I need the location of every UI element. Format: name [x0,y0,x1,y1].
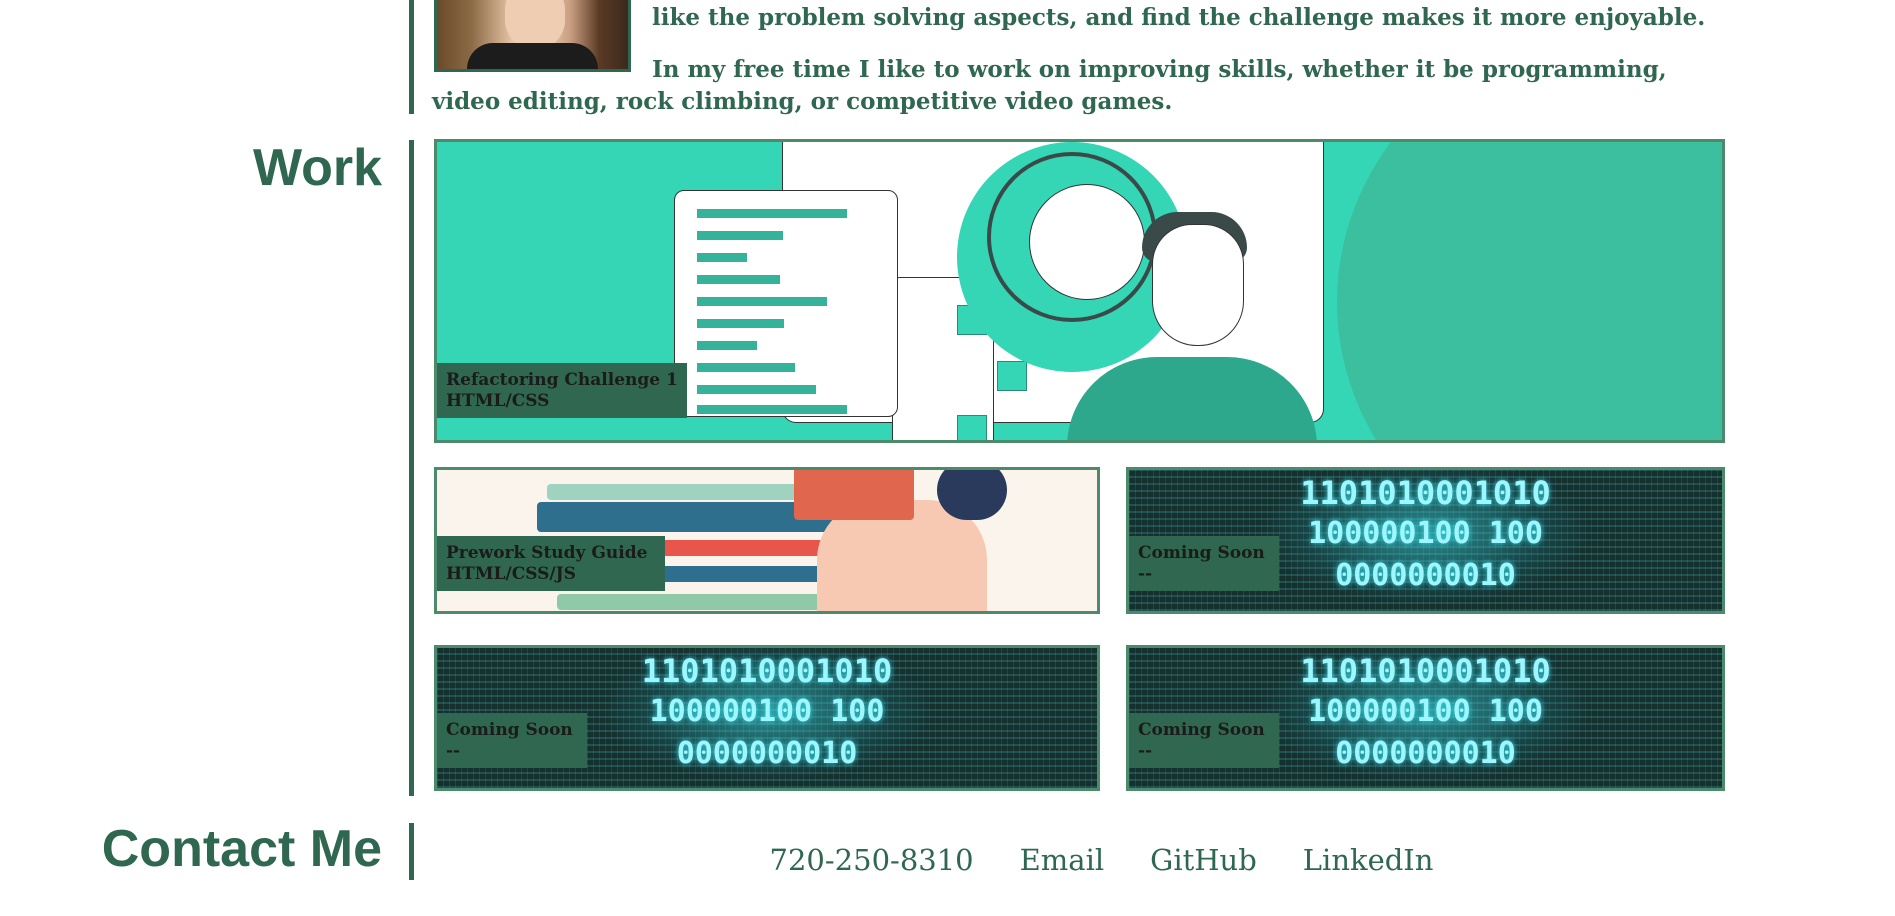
illustration-curve [1337,142,1722,440]
about-section-border [409,0,414,114]
contact-email-link[interactable]: Email [1020,843,1105,877]
project-title: Coming Soon [1138,720,1265,740]
project-label: Coming Soon -- [437,713,587,768]
project-tech: -- [446,741,461,761]
binary-graphic-row: 1101010001010 [1300,652,1551,690]
project-tech: -- [1138,741,1153,761]
portfolio-page: like the problem solving aspects, and fi… [0,0,1895,916]
illustration-node [997,361,1027,391]
project-label: Coming Soon -- [1129,713,1279,768]
project-tech: HTML/CSS/JS [446,564,576,584]
about-text-paragraph: In my free time I like to work on improv… [432,56,1667,115]
contact-linkedin-link[interactable]: LinkedIn [1303,843,1434,877]
project-label: Prework Study Guide HTML/CSS/JS [437,536,665,591]
project-card-coming-soon[interactable]: 1101010001010 100000100 100 0000000010 C… [1126,467,1725,614]
illustration-clipboard [674,190,898,417]
illustration-node [957,415,987,440]
contact-github-link[interactable]: GitHub [1150,843,1257,877]
project-card-study-guide[interactable]: Prework Study Guide HTML/CSS/JS [434,467,1100,614]
project-title: Coming Soon [446,720,573,740]
contact-links: 720-250-8310 Email GitHub LinkedIn [0,843,1895,877]
project-label: Coming Soon -- [1129,536,1279,591]
project-card-coming-soon[interactable]: 1101010001010 100000100 100 0000000010 C… [1126,645,1725,791]
project-tech: HTML/CSS [446,391,550,411]
project-title: Coming Soon [1138,543,1265,563]
project-title: Prework Study Guide [446,543,648,563]
project-tech: -- [1138,564,1153,584]
contact-phone-link[interactable]: 720-250-8310 [770,843,974,877]
illustration-reader-hair [937,470,1007,520]
binary-graphic-row: 1101010001010 [1300,474,1551,512]
illustration-person-head [1152,224,1244,346]
illustration-open-book [794,470,914,520]
project-card-coming-soon[interactable]: 1101010001010 100000100 100 0000000010 C… [434,645,1100,791]
project-title: Refactoring Challenge 1 [446,370,678,390]
work-section-border [409,140,414,796]
project-card-refactoring[interactable]: Refactoring Challenge 1 HTML/CSS [434,139,1725,443]
work-section-title: Work [252,139,382,197]
about-text-line: like the problem solving aspects, and fi… [652,4,1706,31]
project-label: Refactoring Challenge 1 HTML/CSS [437,363,687,418]
binary-graphic-row: 1101010001010 [641,652,893,690]
